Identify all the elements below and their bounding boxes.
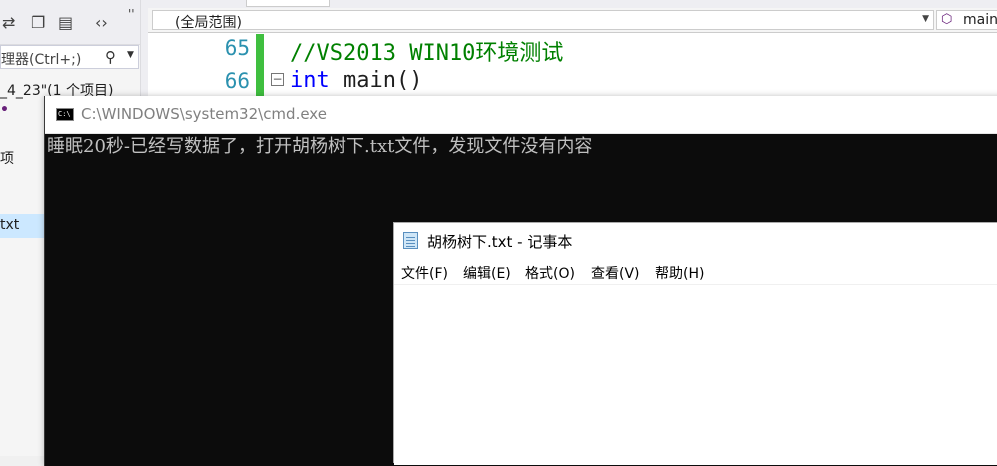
overflow-icon[interactable]: '' xyxy=(128,4,135,24)
cmd-title-bar[interactable]: C:\ C:\WINDOWS\system32\cmd.exe xyxy=(45,96,997,134)
sync-icon[interactable]: ⇄ xyxy=(2,13,15,33)
function-icon: ⬡ xyxy=(941,12,953,27)
menu-view[interactable]: 查看(V) xyxy=(591,263,640,283)
project-icon: • xyxy=(0,102,9,118)
project-node[interactable]: 项 xyxy=(0,148,14,168)
chevron-down-icon[interactable]: ▼ xyxy=(127,50,134,60)
file-label: txt xyxy=(0,217,20,233)
selected-file-node[interactable]: txt xyxy=(0,214,44,238)
menu-file[interactable]: 文件(F) xyxy=(401,263,448,283)
menu-format[interactable]: 格式(O) xyxy=(525,263,575,283)
notepad-window[interactable]: 胡杨树下.txt - 记事本 文件(F) 编辑(E) 格式(O) 查看(V) 帮… xyxy=(393,222,997,465)
cmd-title: C:\WINDOWS\system32\cmd.exe xyxy=(81,105,327,123)
search-icon[interactable]: ⚲ xyxy=(105,48,116,66)
solution-search-box[interactable]: 理器(Ctrl+;) ⚲ ▼ xyxy=(0,45,139,69)
editor-tab-strip xyxy=(148,0,997,8)
scope-label: (全局范围) xyxy=(175,15,242,31)
code-text: main() xyxy=(329,68,423,93)
scope-dropdown[interactable]: (全局范围) ▼ xyxy=(152,10,934,31)
menu-edit[interactable]: 编辑(E) xyxy=(463,263,511,283)
code-line[interactable]: int main() xyxy=(290,68,422,93)
navigation-bar: (全局范围) ▼ ⬡ main xyxy=(148,8,997,33)
function-label: main xyxy=(963,12,997,28)
notepad-text-area[interactable] xyxy=(394,285,997,465)
keyword: int xyxy=(290,68,330,93)
collapse-icon[interactable]: − xyxy=(271,73,284,86)
code-line-comment[interactable]: //VS2013 WIN10环境测试 xyxy=(290,35,563,67)
search-input[interactable]: 理器(Ctrl+;) xyxy=(1,49,81,69)
notepad-icon xyxy=(403,232,418,249)
code-icon[interactable]: ‹› xyxy=(95,13,108,33)
console-output: 睡眠20秒-已经写数据了，打开胡杨树下.txt文件，发现文件没有内容 xyxy=(47,136,593,157)
editor-tab[interactable] xyxy=(246,0,330,7)
notepad-title-bar[interactable]: 胡杨树下.txt - 记事本 xyxy=(394,223,997,259)
cmd-icon: C:\ xyxy=(56,108,74,121)
change-indicator xyxy=(256,34,264,96)
notepad-title: 胡杨树下.txt - 记事本 xyxy=(427,233,573,251)
menu-help[interactable]: 帮助(H) xyxy=(655,263,704,283)
line-number: 65 xyxy=(224,36,250,60)
chevron-down-icon[interactable]: ▼ xyxy=(922,14,929,24)
notepad-menu-bar: 文件(F) 编辑(E) 格式(O) 查看(V) 帮助(H) xyxy=(394,259,997,285)
line-number: 66 xyxy=(224,69,250,93)
properties-icon[interactable]: ▤ xyxy=(58,13,73,33)
solution-explorer-toolbar: ⇄ ❐ ▤ ‹› '' xyxy=(0,0,147,45)
function-dropdown[interactable]: ⬡ main xyxy=(936,10,997,30)
copy-icon[interactable]: ❐ xyxy=(31,13,45,33)
